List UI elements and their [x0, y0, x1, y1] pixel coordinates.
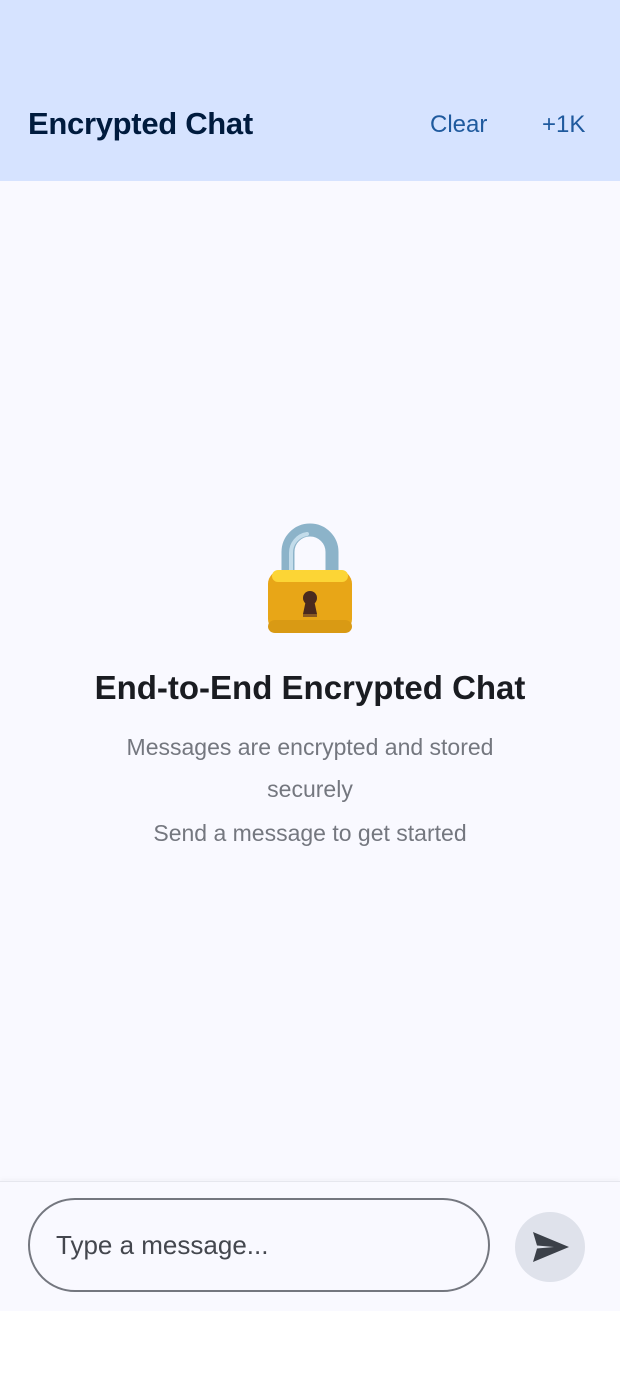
clear-button[interactable]: Clear	[430, 111, 487, 139]
message-composer	[0, 1181, 620, 1312]
add-1k-button[interactable]: +1K	[542, 111, 585, 139]
top-app-bar: Encrypted Chat Clear +1K	[0, 0, 620, 181]
page-title: Encrypted Chat	[28, 106, 253, 141]
chat-app: Encrypted Chat Clear +1K End-to-End Encr…	[0, 0, 620, 1386]
empty-state-description: Messages are encrypted and stored secure…	[126, 734, 494, 802]
message-input[interactable]	[28, 1198, 490, 1292]
empty-state: End-to-End Encrypted Chat Messages are e…	[0, 181, 620, 1181]
empty-state-hint: Send a message to get started	[153, 820, 467, 846]
lock-icon	[268, 523, 352, 633]
send-button[interactable]	[515, 1212, 585, 1282]
send-icon	[533, 1232, 569, 1262]
bottom-inset	[0, 1311, 620, 1386]
empty-state-title: End-to-End Encrypted Chat	[94, 669, 526, 706]
